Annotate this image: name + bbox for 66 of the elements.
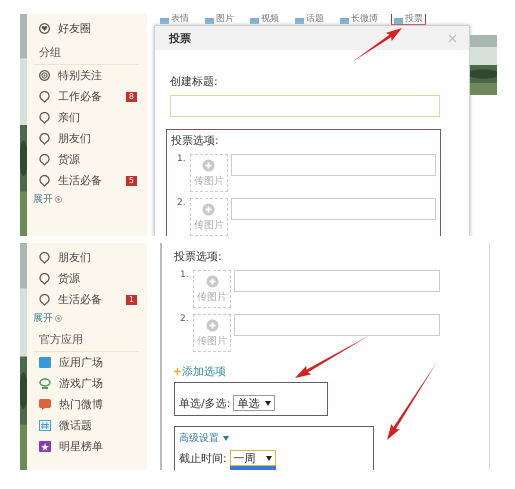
count-badge: 5 <box>126 176 137 186</box>
plus-icon <box>202 158 216 172</box>
sidebar-item[interactable]: 明星榜单 <box>59 439 103 454</box>
close-icon[interactable] <box>448 34 457 42</box>
caret-icon <box>265 400 272 406</box>
expand-link[interactable]: 展开 <box>33 310 147 326</box>
option-number: 2. <box>180 314 190 326</box>
heart-icon <box>39 23 50 34</box>
plus-icon <box>206 318 218 332</box>
expand-icon <box>55 196 62 202</box>
plus-icon <box>174 368 181 375</box>
sidebar-item[interactable]: 生活必备 <box>58 292 102 307</box>
deadline-select[interactable]: 一周 <box>230 450 276 466</box>
title-input[interactable] <box>170 95 440 117</box>
field-label: 投票选项: <box>171 133 220 148</box>
caret-icon <box>266 456 272 460</box>
sidebar-item[interactable]: 热门微博 <box>59 397 103 412</box>
sidebar-item[interactable]: 朋友们 <box>58 250 91 265</box>
sidebar-item[interactable]: 游戏广场 <box>59 376 103 391</box>
game-icon <box>39 378 51 389</box>
plus-icon <box>202 202 216 216</box>
star-icon <box>39 441 51 452</box>
hash-icon <box>39 420 51 431</box>
add-option-link[interactable]: 添加选项 <box>174 364 489 379</box>
sidebar-item[interactable]: 微话题 <box>59 418 92 433</box>
option-input[interactable] <box>234 270 440 292</box>
sidebar-item[interactable]: 亲们 <box>58 110 80 125</box>
field-label: 创建标题: <box>170 74 219 89</box>
pin-icon <box>39 132 50 144</box>
pin-icon <box>39 174 50 186</box>
option-number: 1. <box>177 154 187 166</box>
sidebar-item[interactable]: 应用广场 <box>59 355 103 370</box>
field-label: 单选/多选: <box>179 396 230 410</box>
app-icon <box>39 357 51 368</box>
section-heading: 分组 <box>33 39 139 65</box>
field-label: 截止时间: <box>179 450 227 466</box>
count-badge: 1 <box>126 294 137 304</box>
option-number: 1. <box>180 270 190 282</box>
dialog-title: 投票 <box>169 30 191 46</box>
sidebar-item[interactable]: 货源 <box>58 152 80 167</box>
sidebar-item[interactable]: 生活必备 <box>58 173 102 188</box>
pin-icon <box>39 272 50 284</box>
count-badge: 8 <box>126 92 137 102</box>
sidebar-item[interactable]: 朋友们 <box>58 131 91 146</box>
sidebar-item[interactable]: 好友圈 <box>58 21 91 36</box>
choice-select[interactable]: 单选 <box>233 395 276 411</box>
hot-icon <box>39 399 51 410</box>
option-input[interactable] <box>230 154 436 176</box>
pin-icon <box>39 252 50 264</box>
expand-link[interactable]: 展开 <box>33 191 147 207</box>
pin-icon <box>39 154 50 166</box>
option-input[interactable] <box>234 314 440 336</box>
sidebar-item[interactable]: 特别关注 <box>58 68 102 83</box>
advanced-settings-link[interactable]: 高级设置 <box>179 431 219 445</box>
option-number: 2. <box>177 198 187 210</box>
option-input[interactable] <box>230 198 436 220</box>
pin-icon <box>39 90 50 102</box>
section-heading: 官方应用 <box>33 326 139 352</box>
expand-icon <box>55 314 62 322</box>
field-label: 投票选项: <box>174 249 223 264</box>
sidebar-item[interactable]: 工作必备 <box>58 89 102 104</box>
target-icon <box>39 70 50 81</box>
plus-icon <box>206 274 218 288</box>
sidebar-item[interactable]: 货源 <box>58 271 80 286</box>
pin-icon <box>39 112 50 124</box>
pin-icon <box>39 294 50 306</box>
